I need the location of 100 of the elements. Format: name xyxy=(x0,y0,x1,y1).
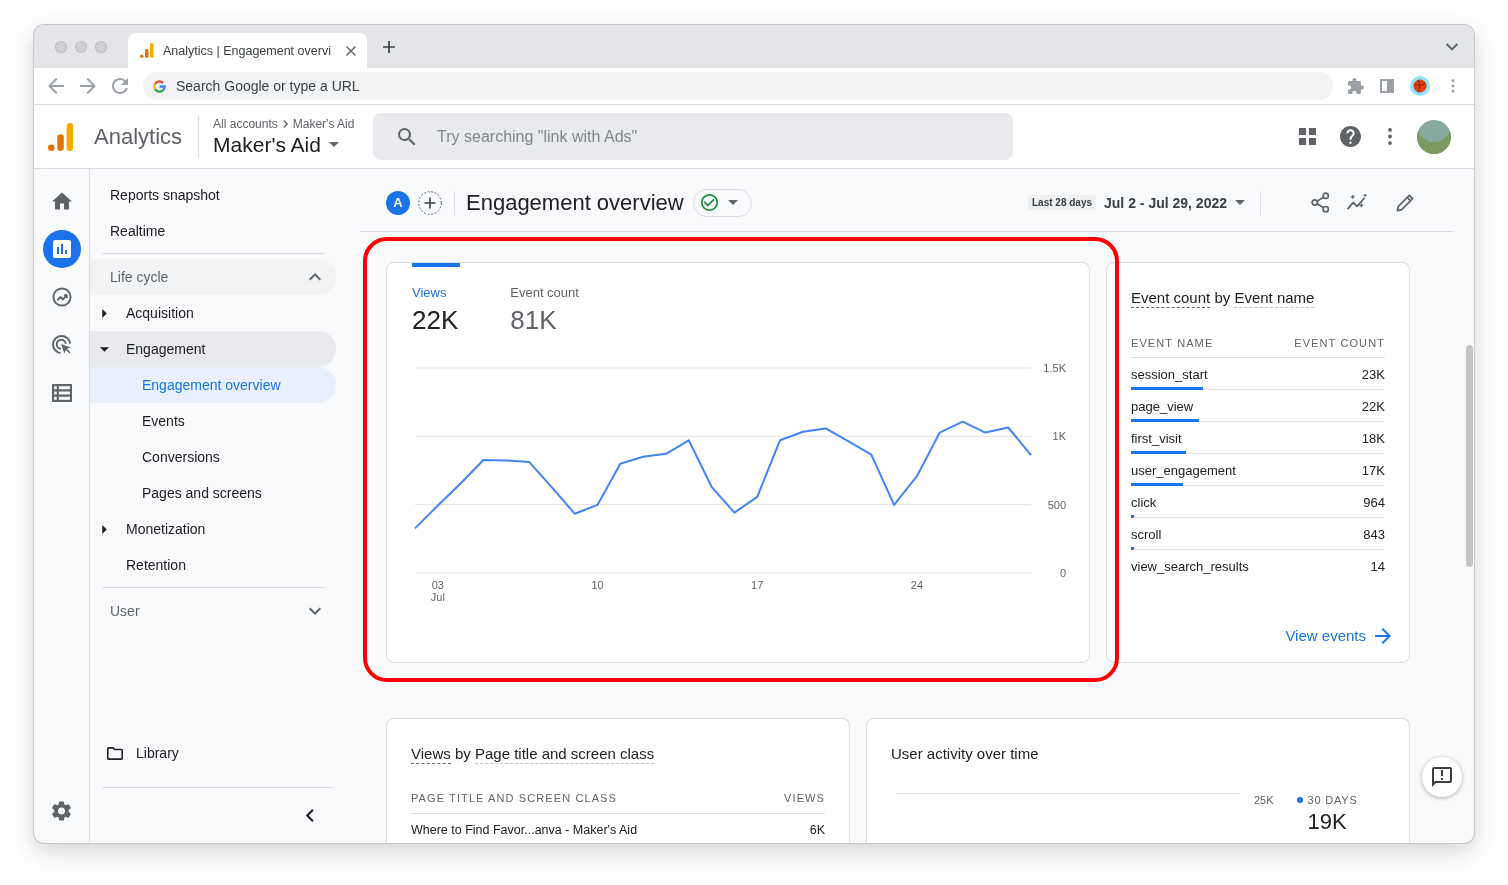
home-icon[interactable] xyxy=(51,191,72,211)
card-title: User activity over time xyxy=(891,745,1040,763)
nav-link[interactable]: Reports snapshot xyxy=(90,177,336,213)
y-axis-label: 500 xyxy=(1047,498,1066,511)
trend-chart-icon[interactable] xyxy=(51,287,72,307)
search-field[interactable]: Try searching "link with Ads" xyxy=(373,113,1014,160)
address-bar[interactable]: Search Google or type a URL xyxy=(143,72,1333,100)
table-cell: user_engagement xyxy=(1131,462,1236,480)
table-cell: 964 xyxy=(1363,494,1385,512)
library-link[interactable]: Library xyxy=(90,735,189,771)
x-axis-label: 03 Jul xyxy=(430,579,445,603)
y-axis-label: 0 xyxy=(1059,567,1066,579)
nav-group-item[interactable]: Retention xyxy=(90,547,336,583)
column-header: VIEWS xyxy=(784,791,825,805)
apps-grid-icon[interactable] xyxy=(1299,128,1316,145)
table-cell: 17K xyxy=(1361,462,1385,480)
table-cell: session_start xyxy=(1131,366,1208,384)
nav-group-item[interactable]: Acquisition xyxy=(90,295,336,331)
feedback-icon xyxy=(1432,767,1452,787)
pencil-icon[interactable] xyxy=(1396,193,1415,212)
x-axis-label: 17 xyxy=(751,579,764,591)
help-icon[interactable] xyxy=(1340,126,1361,147)
table-cell: first_visit xyxy=(1131,430,1182,448)
arrow-right-icon xyxy=(1375,628,1391,644)
table-cell: view_search_results xyxy=(1131,558,1249,576)
nav-group-item[interactable]: Monetization xyxy=(90,511,336,547)
nav-link[interactable]: Engagement overview xyxy=(90,367,336,403)
nav-link[interactable]: Events xyxy=(90,403,336,439)
bar-chart-icon xyxy=(140,43,154,58)
table-cell: Where to Find Favor...anva - Maker's Aid xyxy=(411,823,638,837)
table-cell: 6K xyxy=(809,823,825,837)
scrollbar-thumb[interactable] xyxy=(1466,345,1473,567)
report-title: Engagement overview xyxy=(466,189,684,216)
column-header: EVENT NAME xyxy=(1131,336,1214,351)
table-cell: 18K xyxy=(1361,430,1385,448)
close-icon[interactable] xyxy=(346,45,356,56)
nav-group-item[interactable]: Engagement xyxy=(90,331,336,367)
property-selector[interactable]: Maker's Aid xyxy=(213,132,339,157)
puzzle-icon[interactable] xyxy=(1348,78,1364,94)
more-icon[interactable] xyxy=(1451,79,1455,93)
reload-icon[interactable] xyxy=(112,78,128,94)
metric-tab[interactable]: Event count 81K xyxy=(510,263,581,336)
column-header: EVENT COUNT xyxy=(1294,336,1385,351)
forward-icon[interactable] xyxy=(80,78,96,94)
caret-right-icon xyxy=(102,308,107,318)
collapse-icon[interactable] xyxy=(306,809,314,822)
breadcrumb-link[interactable]: Maker's Aid xyxy=(292,116,355,131)
browser-tab[interactable]: Analytics | Engagement overvi xyxy=(128,33,367,68)
comparison-avatar[interactable]: A xyxy=(386,190,410,215)
card-title: Event count by Event name xyxy=(1131,289,1315,307)
legend-value: 19K xyxy=(1307,809,1347,835)
side-panel-icon[interactable] xyxy=(1380,79,1394,93)
profile-icon[interactable] xyxy=(1410,76,1430,96)
caret-down-icon xyxy=(727,200,738,205)
table-cell: 22K xyxy=(1361,398,1385,416)
bar-chart-icon[interactable] xyxy=(48,122,74,151)
nav-link[interactable]: Pages and screens xyxy=(90,475,336,511)
chevron-right-icon xyxy=(282,119,288,128)
folder-icon xyxy=(107,746,123,760)
share-icon[interactable] xyxy=(1311,192,1330,213)
caret-down-icon xyxy=(100,346,109,352)
feedback-button[interactable] xyxy=(1422,757,1462,797)
sparkle-line-icon[interactable] xyxy=(1346,193,1369,212)
new-tab-icon[interactable] xyxy=(383,40,395,53)
back-icon[interactable] xyxy=(48,78,64,94)
search-icon xyxy=(398,127,417,146)
user-avatar[interactable] xyxy=(1417,119,1451,154)
card-title: Views by Page title and screen class xyxy=(411,745,656,763)
table-cell: click xyxy=(1131,494,1157,512)
chevron-down-icon xyxy=(309,607,321,615)
nav-link[interactable]: Realtime xyxy=(90,213,336,249)
bar-chart-icon[interactable] xyxy=(42,230,81,268)
column-header: PAGE TITLE AND SCREEN CLASS xyxy=(411,791,617,805)
nav-section-header[interactable]: Life cycle xyxy=(90,259,336,295)
letter-g-icon xyxy=(153,79,166,93)
more-icon[interactable] xyxy=(1388,128,1392,145)
x-axis-label: 10 xyxy=(591,579,604,591)
view-events-link[interactable]: View events xyxy=(1285,626,1391,646)
nav-link[interactable]: Conversions xyxy=(90,439,336,475)
table-cell: page_view xyxy=(1131,398,1194,416)
date-range-button[interactable]: Jul 2 - Jul 29, 2022 xyxy=(1104,194,1245,211)
nav-section-header[interactable]: User xyxy=(90,593,336,629)
chevron-down-icon[interactable] xyxy=(1446,42,1458,51)
x-axis-label: 24 xyxy=(910,579,924,591)
breadcrumb-link[interactable]: All accounts xyxy=(213,116,278,131)
caret-right-icon xyxy=(102,524,107,534)
metric-tab[interactable]: Views 22K xyxy=(412,263,461,336)
caret-down-icon xyxy=(1235,200,1245,205)
add-comparison-icon[interactable] xyxy=(418,190,442,215)
product-name: Analytics xyxy=(94,123,183,150)
settings-icon[interactable] xyxy=(52,801,71,821)
cursor-icon[interactable] xyxy=(51,335,72,355)
table-cell: 23K xyxy=(1361,366,1385,384)
list-icon[interactable] xyxy=(51,383,72,403)
chevron-up-icon xyxy=(309,273,321,281)
legend-label: 30 DAYS xyxy=(1307,793,1358,807)
axis-label: 25K xyxy=(1254,793,1274,807)
caret-down-icon xyxy=(328,142,339,147)
y-axis-label: 1.5K xyxy=(1043,362,1066,374)
date-preset-label: Last 28 days xyxy=(1028,195,1097,210)
